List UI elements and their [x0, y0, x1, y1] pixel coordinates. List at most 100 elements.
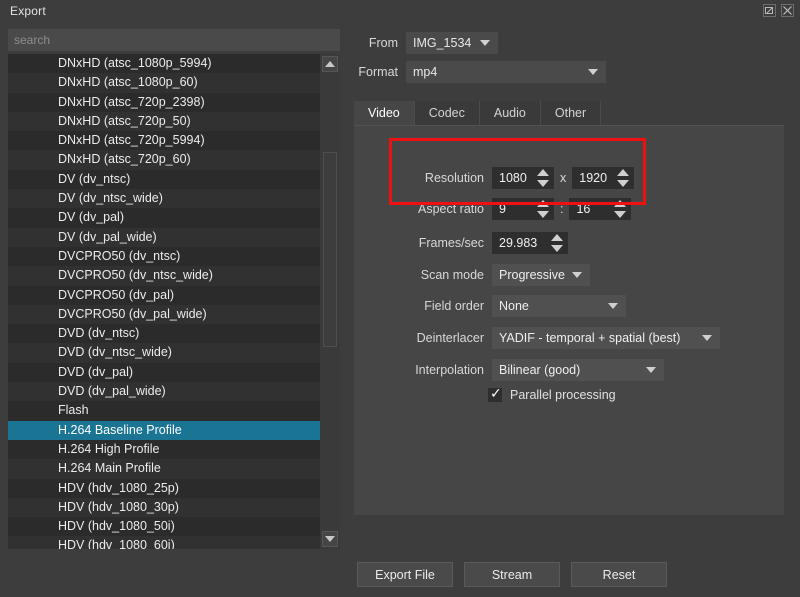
resolution-separator: x	[560, 171, 567, 185]
list-item[interactable]: HDV (hdv_1080_50i)	[8, 517, 320, 536]
chevron-down-icon	[588, 69, 598, 75]
list-item[interactable]: DVD (dv_ntsc)	[8, 324, 320, 343]
scrollbar-thumb[interactable]	[323, 152, 337, 347]
stepper-icon[interactable]	[614, 199, 627, 219]
stepper-icon[interactable]	[537, 168, 550, 188]
frames-per-sec-label: Frames/sec	[418, 236, 484, 250]
preset-list[interactable]: DNxHD (atsc_1080p_5994) DNxHD (atsc_1080p…	[8, 54, 340, 549]
stepper-icon[interactable]	[551, 233, 564, 253]
format-label: Format	[358, 65, 398, 79]
list-item[interactable]: DV (dv_ntsc_wide)	[8, 189, 320, 209]
reset-button[interactable]: Reset	[571, 562, 667, 587]
resolution-width-value: 1080	[499, 171, 527, 185]
tab-video[interactable]: Video	[354, 101, 415, 126]
preset-panel: DNxHD (atsc_1080p_5994)DNxHD (atsc_1080p…	[0, 24, 348, 552]
field-order-select[interactable]: None	[492, 295, 626, 317]
export-file-button[interactable]: Export File	[357, 562, 453, 587]
list-item[interactable]: Flash	[8, 401, 320, 420]
tab-codec[interactable]: Codec	[414, 101, 480, 126]
frames-per-sec-value: 29.983	[499, 236, 538, 250]
export-settings-panel: From IMG_1534 Format mp4 Video Codec Aud…	[350, 24, 800, 552]
format-row: Format mp4	[350, 61, 606, 83]
deinterlacer-value: YADIF - temporal + spatial (best)	[499, 331, 681, 345]
close-icon[interactable]	[781, 4, 794, 17]
list-item[interactable]: DVCPRO50 (dv_pal_wide)	[8, 304, 320, 325]
interpolation-select[interactable]: Bilinear (good)	[492, 359, 664, 381]
chevron-down-icon	[480, 40, 490, 46]
deinterlacer-row: Deinterlacer YADIF - temporal + spatial …	[362, 326, 720, 350]
scan-mode-row: Scan mode Progressive	[362, 263, 590, 287]
chevron-down-icon	[702, 335, 712, 341]
preset-list-item-selected[interactable]: H.264 Baseline Profile	[8, 420, 320, 440]
frames-per-sec-row: Frames/sec 29.983	[362, 231, 568, 255]
parallel-processing-row[interactable]: ✓ Parallel processing	[488, 386, 616, 402]
list-item[interactable]: DVCPRO50 (dv_ntsc)	[8, 247, 320, 266]
preset-list-items: DNxHD (atsc_1080p_5994) DNxHD (atsc_1080p…	[8, 54, 320, 549]
list-item[interactable]: DV (dv_pal)	[8, 208, 320, 227]
deinterlacer-label: Deinterlacer	[416, 331, 484, 345]
list-item[interactable]: H.264 Main Profile	[8, 459, 320, 479]
list-item[interactable]: HDV (hdv_1080_60i)	[8, 536, 320, 549]
video-tab-panel: Resolution 1080 x 1920 Aspect ratio 9 :	[354, 125, 784, 515]
resolution-height-input[interactable]: 1920	[572, 167, 635, 189]
aspect-numerator-input[interactable]: 9	[492, 198, 554, 220]
export-dialog: Export DNxHD (atsc_1080p_5994)DNxHD (ats…	[0, 0, 800, 597]
list-item[interactable]: HDV (hdv_1080_30p)	[8, 497, 320, 518]
format-value: mp4	[413, 65, 438, 79]
tab-audio[interactable]: Audio	[479, 101, 541, 126]
frames-per-sec-input[interactable]: 29.983	[492, 232, 568, 254]
check-icon: ✓	[490, 386, 502, 402]
stream-button[interactable]: Stream	[464, 562, 560, 587]
scroll-down-icon[interactable]	[322, 531, 338, 547]
aspect-denominator-value: 16	[576, 202, 591, 216]
resolution-label: Resolution	[424, 171, 484, 185]
field-order-label: Field order	[424, 299, 484, 313]
titlebar: Export	[0, 0, 800, 24]
window-title: Export	[10, 4, 46, 18]
list-item[interactable]: DV (dv_ntsc)	[8, 170, 320, 189]
chevron-down-icon	[646, 367, 656, 373]
resolution-width-input[interactable]: 1080	[492, 167, 554, 189]
field-order-row: Field order None	[362, 294, 626, 318]
list-item[interactable]: DVCPRO50 (dv_pal)	[8, 286, 320, 305]
list-item[interactable]: DVD (dv_pal)	[8, 363, 320, 382]
list-item[interactable]: DNxHD (atsc_720p_2398)	[8, 93, 320, 112]
aspect-ratio-row: Aspect ratio 9 : 16	[362, 197, 632, 221]
aspect-denominator-input[interactable]: 16	[569, 198, 632, 220]
list-item[interactable]: DNxHD (atsc_720p_60)	[8, 150, 320, 170]
deinterlacer-select[interactable]: YADIF - temporal + spatial (best)	[492, 327, 720, 349]
aspect-numerator-value: 9	[499, 202, 506, 216]
list-item[interactable]: DVD (dv_ntsc_wide)	[8, 343, 320, 363]
scan-mode-select[interactable]: Progressive	[492, 264, 590, 286]
list-item[interactable]: DNxHD (atsc_1080p_60)	[8, 73, 320, 93]
field-order-value: None	[499, 299, 529, 313]
list-item[interactable]: DNxHD (atsc_1080p_5994)	[8, 54, 320, 73]
list-item[interactable]: HDV (hdv_1080_25p)	[8, 479, 320, 498]
chevron-down-icon	[572, 272, 582, 278]
float-window-icon[interactable]	[763, 4, 776, 17]
list-item[interactable]: DV (dv_pal_wide)	[8, 227, 320, 247]
list-item[interactable]: DNxHD (atsc_720p_5994)	[8, 131, 320, 150]
chevron-down-icon	[608, 303, 618, 309]
from-select[interactable]: IMG_1534	[406, 32, 498, 54]
format-select[interactable]: mp4	[406, 61, 606, 83]
scroll-up-icon[interactable]	[322, 56, 338, 72]
stepper-icon[interactable]	[537, 199, 550, 219]
bottom-toolbar: Export File Stream Reset	[0, 552, 800, 597]
interpolation-value: Bilinear (good)	[499, 363, 581, 377]
preset-list-scrollbar[interactable]	[320, 54, 340, 549]
list-item[interactable]: DVCPRO50 (dv_ntsc_wide)	[8, 266, 320, 286]
stepper-icon[interactable]	[617, 168, 630, 188]
list-item[interactable]: DVD (dv_pal_wide)	[8, 382, 320, 402]
from-label: From	[368, 36, 398, 50]
search-input[interactable]	[8, 29, 340, 51]
parallel-processing-checkbox[interactable]: ✓	[488, 386, 502, 402]
window-controls	[763, 4, 794, 17]
resolution-row: Resolution 1080 x 1920	[362, 166, 635, 190]
export-actions: Export File Stream Reset	[357, 562, 667, 587]
tab-other[interactable]: Other	[540, 101, 602, 126]
scan-mode-label: Scan mode	[420, 268, 484, 282]
parallel-processing-label: Parallel processing	[510, 388, 616, 402]
list-item[interactable]: DNxHD (atsc_720p_50)	[8, 111, 320, 132]
list-item[interactable]: H.264 High Profile	[8, 440, 320, 459]
